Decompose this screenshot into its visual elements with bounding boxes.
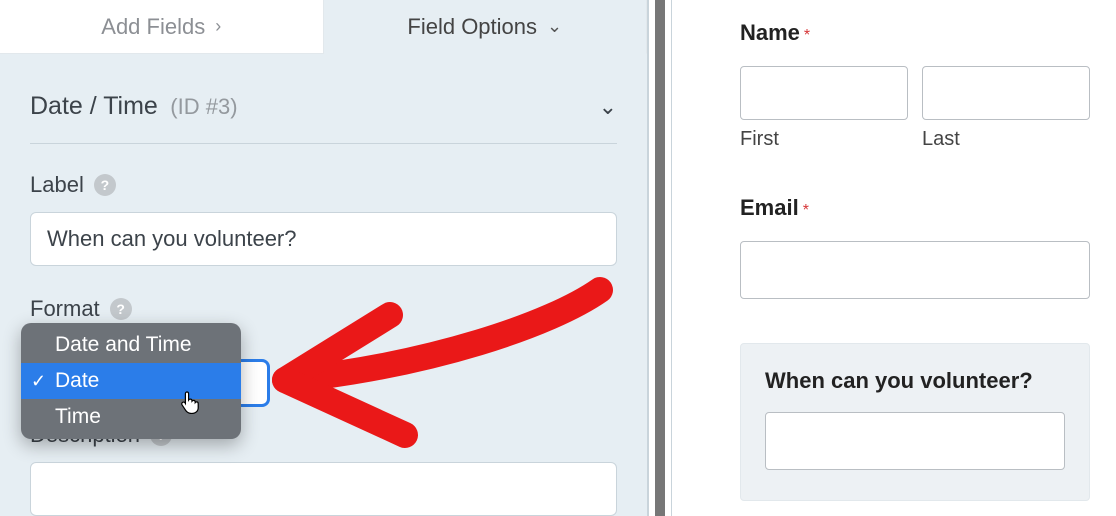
section-id: (ID #3) <box>170 94 237 119</box>
tab-add-fields-label: Add Fields <box>101 14 205 40</box>
volunteer-date-input[interactable] <box>765 412 1065 470</box>
format-option-label: Date and Time <box>55 333 192 357</box>
required-mark: * <box>804 27 810 44</box>
format-option-date-and-time[interactable]: Date and Time <box>21 327 241 363</box>
format-option-label: Time <box>55 405 101 429</box>
description-input[interactable] <box>30 462 617 516</box>
panel-separator[interactable] <box>648 0 672 516</box>
sidebar-tabs: Add Fields › Field Options ⌄ <box>0 0 647 54</box>
first-name-input[interactable] <box>740 66 908 120</box>
last-sublabel: Last <box>922 128 1090 151</box>
collapse-icon: ⌄ <box>599 94 617 120</box>
label-field-group: Label ? <box>30 172 617 266</box>
section-title: Date / Time <box>30 92 158 120</box>
format-dropdown[interactable]: Date and Time ✓ Date Time <box>21 323 241 439</box>
format-select-edge <box>240 359 270 407</box>
first-sublabel: First <box>740 128 908 151</box>
help-icon[interactable]: ? <box>110 298 132 320</box>
name-field: Name* First Last <box>740 20 1090 151</box>
format-field-group: Format ? Date and Time ✓ Date Time <box>30 296 617 322</box>
email-input[interactable] <box>740 241 1090 299</box>
name-label: Name <box>740 20 800 45</box>
format-option-date[interactable]: ✓ Date <box>21 363 241 399</box>
format-option-time[interactable]: Time <box>21 399 241 435</box>
help-icon[interactable]: ? <box>94 174 116 196</box>
email-label: Email <box>740 195 799 220</box>
required-mark: * <box>803 202 809 219</box>
field-options-panel: Add Fields › Field Options ⌄ Date / Time… <box>0 0 648 516</box>
last-name-input[interactable] <box>922 66 1090 120</box>
check-icon: ✓ <box>31 371 46 392</box>
tab-add-fields[interactable]: Add Fields › <box>0 0 324 54</box>
tab-field-options-label: Field Options <box>407 14 537 40</box>
volunteer-label: When can you volunteer? <box>765 368 1033 393</box>
chevron-right-icon: › <box>215 16 221 37</box>
chevron-down-icon: ⌄ <box>547 16 562 37</box>
label-input[interactable] <box>30 212 617 266</box>
format-field-label: Format <box>30 296 100 322</box>
section-header[interactable]: Date / Time (ID #3) ⌄ <box>30 74 617 144</box>
tab-field-options[interactable]: Field Options ⌄ <box>324 0 648 54</box>
email-field: Email* <box>740 195 1090 299</box>
label-field-label: Label <box>30 172 84 198</box>
volunteer-field[interactable]: When can you volunteer? <box>740 343 1090 501</box>
form-preview: Name* First Last Email* When can you vol… <box>672 0 1116 516</box>
format-option-label: Date <box>55 369 99 393</box>
